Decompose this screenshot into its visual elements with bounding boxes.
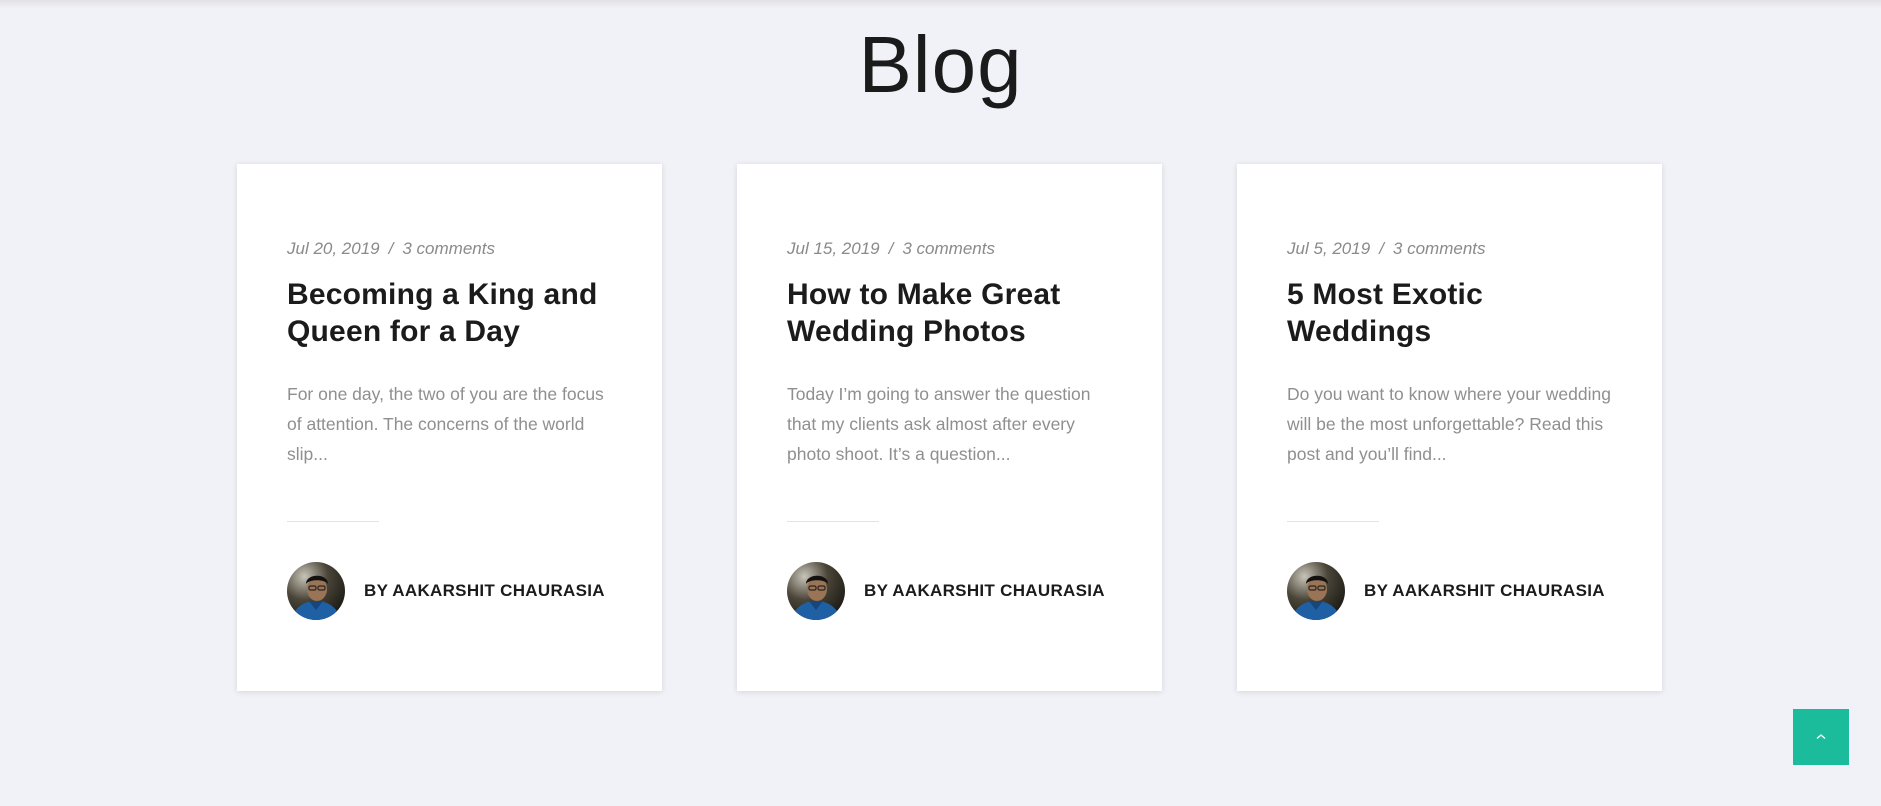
meta-separator: / (388, 239, 394, 258)
page-title: Blog (858, 20, 1023, 109)
post-excerpt: For one day, the two of you are the focu… (287, 384, 604, 464)
meta-separator: / (1379, 239, 1384, 258)
header-shadow (0, 0, 1881, 8)
blog-post-list: Jul 20, 2019 / 3 comments Becoming a King … (237, 164, 1662, 691)
post-meta: Jul 20, 2019 / 3 comments (287, 238, 612, 260)
post-comments-link[interactable]: 3 comments (402, 239, 495, 258)
blog-post-card: Jul 20, 2019 / 3 comments Becoming a King … (237, 164, 662, 691)
post-meta: Jul 15, 2019 / 3 comments (787, 238, 1112, 260)
post-author: BY AAKARSHIT CHAURASIA (1287, 562, 1605, 620)
post-excerpt: Do you want to know where your wedding w… (1287, 384, 1611, 464)
author-avatar[interactable] (787, 562, 845, 620)
divider (787, 521, 879, 522)
post-comments-link[interactable]: 3 comments (1393, 239, 1486, 258)
meta-separator: / (888, 239, 894, 258)
chevron-up-icon (1816, 734, 1826, 740)
author-name[interactable]: BY AAKARSHIT CHAURASIA (1364, 581, 1605, 601)
post-comments-link[interactable]: 3 comments (902, 239, 995, 258)
divider (287, 521, 379, 522)
post-date[interactable]: Jul 20, 2019 (287, 239, 380, 258)
blog-post-card: Jul 5, 2019 / 3 comments 5 Most Exotic Wed… (1237, 164, 1662, 691)
avatar-image (1287, 562, 1345, 620)
author-avatar[interactable] (1287, 562, 1345, 620)
divider (1287, 521, 1379, 522)
post-author: BY AAKARSHIT CHAURASIA (787, 562, 1105, 620)
post-date[interactable]: Jul 15, 2019 (787, 239, 880, 258)
avatar-image (287, 562, 345, 620)
post-title[interactable]: How to Make Great Wedding Photos (787, 276, 1112, 350)
post-author: BY AAKARSHIT CHAURASIA (287, 562, 605, 620)
author-name[interactable]: BY AAKARSHIT CHAURASIA (864, 581, 1105, 601)
back-to-top-button[interactable] (1793, 709, 1849, 765)
post-title[interactable]: Becoming a King and Queen for a Day (287, 276, 612, 350)
post-meta: Jul 5, 2019 / 3 comments (1287, 238, 1612, 260)
post-excerpt: Today I’m going to answer the question t… (787, 384, 1091, 464)
author-avatar[interactable] (287, 562, 345, 620)
blog-post-card: Jul 15, 2019 / 3 comments How to Make Grea… (737, 164, 1162, 691)
author-name[interactable]: BY AAKARSHIT CHAURASIA (364, 581, 605, 601)
post-title[interactable]: 5 Most Exotic Weddings (1287, 276, 1612, 350)
avatar-image (787, 562, 845, 620)
post-date[interactable]: Jul 5, 2019 (1287, 239, 1370, 258)
